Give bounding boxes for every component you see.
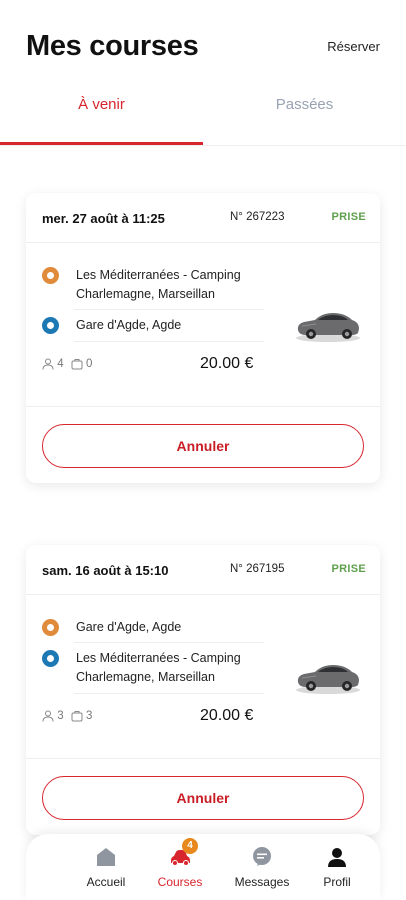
header: Mes courses Réserver [0, 0, 406, 90]
cancel-button[interactable]: Annuler [42, 424, 364, 468]
ride-card-header: mer. 27 août à 11:25 N° 267223 PRISE [26, 193, 380, 243]
destination-stop: Gare d'Agde, Agde [42, 316, 282, 336]
nav-item-home[interactable]: Accueil [71, 842, 141, 896]
passenger-count: 4 [42, 358, 64, 370]
tab-past[interactable]: Passées [203, 90, 406, 146]
ride-price: 20.00 € [200, 707, 254, 724]
home-icon [97, 848, 115, 866]
luggage-count-value: 0 [86, 358, 93, 371]
origin-pin-icon [42, 619, 59, 636]
luggage-count-value: 3 [86, 710, 93, 723]
courses-badge: 4 [182, 838, 198, 854]
car-image [296, 313, 360, 342]
ride-date: sam. 16 août à 15:10 [42, 563, 169, 578]
ride-price: 20.00 € [200, 355, 254, 372]
luggage-count: 0 [71, 358, 93, 371]
nav-label: Profil [323, 875, 351, 889]
cancel-button[interactable]: Annuler [42, 776, 364, 820]
active-tab-indicator [0, 142, 203, 145]
stop-divider [74, 642, 264, 643]
ride-card[interactable]: mer. 27 août à 11:25 N° 267223 PRISE Les… [26, 193, 380, 483]
card-divider [26, 406, 380, 407]
ride-meta: 4 0 [42, 358, 96, 376]
reserve-link[interactable]: Réserver [327, 39, 380, 54]
ride-card-header: sam. 16 août à 15:10 N° 267195 PRISE [26, 545, 380, 595]
stop-divider [74, 309, 264, 310]
origin-address: Les Méditerranées - Camping Charlemagne,… [76, 268, 241, 301]
ride-number: N° 267195 [230, 563, 285, 575]
car-image [296, 665, 360, 694]
luggage-count: 3 [71, 710, 93, 723]
passenger-count-value: 3 [57, 710, 64, 723]
status-badge: PRISE [331, 211, 366, 223]
nav-label: Accueil [86, 875, 126, 889]
tab-upcoming[interactable]: À venir [0, 90, 203, 146]
person-icon [42, 710, 54, 722]
status-badge: PRISE [331, 563, 366, 575]
ride-date: mer. 27 août à 11:25 [42, 211, 165, 226]
luggage-icon [71, 359, 83, 370]
nav-label: Messages [234, 875, 290, 889]
origin-stop: Gare d'Agde, Agde [42, 618, 282, 638]
person-icon [42, 358, 54, 370]
nav-item-courses[interactable]: 4 Courses [145, 838, 215, 896]
destination-stop: Les Méditerranées - Camping Charlemagne,… [42, 649, 282, 689]
user-icon [328, 848, 346, 867]
page-title: Mes courses [26, 30, 199, 62]
stop-divider [74, 341, 264, 342]
destination-address: Gare d'Agde, Agde [76, 318, 182, 332]
destination-pin-icon [42, 650, 59, 667]
nav-item-messages[interactable]: Messages [227, 842, 297, 896]
nav-item-profile[interactable]: Profil [302, 842, 372, 896]
tab-bar: À venir Passées [0, 90, 406, 146]
ride-meta: 3 3 [42, 710, 96, 728]
stop-divider [74, 693, 264, 694]
chat-icon [253, 847, 271, 866]
destination-pin-icon [42, 317, 59, 334]
passenger-count: 3 [42, 710, 64, 722]
card-divider [26, 758, 380, 759]
origin-pin-icon [42, 267, 59, 284]
nav-label: Courses [157, 875, 203, 889]
bottom-nav: Accueil 4 Courses Messages Profil [26, 834, 380, 900]
ride-number: N° 267223 [230, 211, 285, 223]
ride-card[interactable]: sam. 16 août à 15:10 N° 267195 PRISE Gar… [26, 545, 380, 835]
origin-address: Gare d'Agde, Agde [76, 620, 182, 634]
luggage-icon [71, 711, 83, 722]
destination-address: Les Méditerranées - Camping Charlemagne,… [76, 651, 241, 684]
passenger-count-value: 4 [57, 358, 64, 371]
origin-stop: Les Méditerranées - Camping Charlemagne,… [42, 266, 282, 306]
